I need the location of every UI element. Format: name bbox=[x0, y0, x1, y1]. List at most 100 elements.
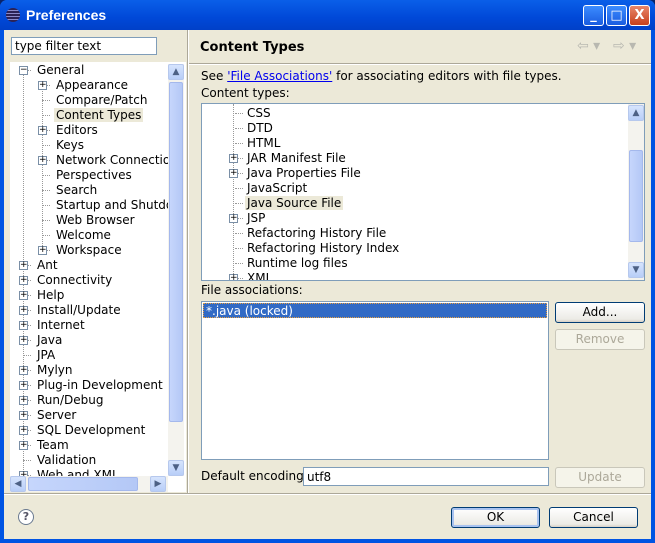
content-type-label: Refactoring History Index bbox=[247, 241, 400, 255]
scroll-up-icon[interactable]: ▲ bbox=[168, 64, 184, 80]
content-type-label: JavaScript bbox=[247, 181, 308, 195]
encoding-input[interactable] bbox=[303, 467, 549, 486]
content-type-item[interactable]: JSP bbox=[245, 211, 267, 226]
expand-icon[interactable]: + bbox=[38, 81, 47, 90]
tree-item-label: Plug-in Development bbox=[37, 378, 163, 392]
expand-icon[interactable]: + bbox=[19, 426, 28, 435]
scroll-thumb[interactable] bbox=[629, 150, 643, 242]
content-type-item[interactable]: CSS bbox=[245, 106, 273, 121]
tree-item[interactable]: Mylyn bbox=[35, 363, 75, 378]
expand-icon[interactable]: + bbox=[229, 214, 238, 223]
hscroll-thumb[interactable] bbox=[28, 477, 138, 491]
scroll-down-icon[interactable]: ▼ bbox=[628, 262, 644, 278]
expand-icon[interactable]: + bbox=[19, 321, 28, 330]
scroll-right-icon[interactable]: ▶ bbox=[150, 476, 166, 492]
expand-icon[interactable]: + bbox=[19, 306, 28, 315]
expand-icon[interactable]: + bbox=[19, 396, 28, 405]
tree-item[interactable]: Workspace bbox=[54, 243, 124, 258]
tree-item[interactable]: Server bbox=[35, 408, 78, 423]
content-type-item[interactable]: JavaScript bbox=[245, 181, 309, 196]
maximize-button[interactable]: □ bbox=[606, 5, 627, 26]
content-type-item[interactable]: DTD bbox=[245, 121, 275, 136]
expand-icon[interactable]: + bbox=[19, 291, 28, 300]
tree-item[interactable]: Keys bbox=[54, 138, 86, 153]
content-type-item[interactable]: Refactoring History Index bbox=[245, 241, 401, 256]
add-button[interactable]: Add... bbox=[555, 302, 645, 323]
tree-item[interactable]: SQL Development bbox=[35, 423, 147, 438]
expand-icon[interactable]: + bbox=[38, 126, 47, 135]
content-type-item[interactable]: HTML bbox=[245, 136, 282, 151]
expand-icon[interactable]: + bbox=[19, 276, 28, 285]
tree-item[interactable]: Compare/Patch bbox=[54, 93, 149, 108]
close-button[interactable]: X bbox=[629, 5, 650, 26]
content-type-item[interactable]: Refactoring History File bbox=[245, 226, 388, 241]
back-icon[interactable]: ⇦ ▾ bbox=[577, 38, 600, 54]
update-button[interactable]: Update bbox=[555, 467, 645, 488]
expand-icon[interactable]: + bbox=[19, 366, 28, 375]
expand-icon[interactable]: + bbox=[19, 441, 28, 450]
content-type-item[interactable]: Java Source File bbox=[245, 196, 344, 211]
tree-item[interactable]: Appearance bbox=[54, 78, 130, 93]
forward-icon[interactable]: ⇨ ▾ bbox=[613, 38, 636, 54]
tree-item[interactable]: Ant bbox=[35, 258, 60, 273]
scroll-up-icon[interactable]: ▲ bbox=[628, 105, 644, 121]
tree-item-label: Welcome bbox=[56, 228, 111, 242]
expand-icon[interactable]: + bbox=[229, 169, 238, 178]
expand-icon[interactable]: + bbox=[19, 411, 28, 420]
tree-item[interactable]: Web Browser bbox=[54, 213, 137, 228]
tree-item[interactable]: Startup and Shutdov bbox=[54, 198, 182, 213]
scroll-thumb[interactable] bbox=[169, 82, 183, 422]
content-type-item[interactable]: Java Properties File bbox=[245, 166, 363, 181]
collapse-icon[interactable]: − bbox=[19, 66, 28, 75]
title-bar[interactable]: Preferences _ □ X bbox=[0, 0, 655, 30]
content-type-item[interactable]: JAR Manifest File bbox=[245, 151, 348, 166]
tree-item[interactable]: Help bbox=[35, 288, 66, 303]
tree-item[interactable]: JPA bbox=[35, 348, 57, 363]
tree-item[interactable]: Java bbox=[35, 333, 64, 348]
tree-item[interactable]: Team bbox=[35, 438, 71, 453]
remove-button[interactable]: Remove bbox=[555, 329, 645, 350]
content-vscrollbar[interactable]: ▲ ▼ bbox=[628, 104, 644, 280]
tree-item-label: Editors bbox=[56, 123, 98, 137]
expand-icon[interactable]: + bbox=[229, 154, 238, 163]
scroll-left-icon[interactable]: ◀ bbox=[10, 476, 26, 492]
expand-icon[interactable]: + bbox=[19, 336, 28, 345]
expand-icon[interactable]: + bbox=[19, 381, 28, 390]
expand-icon[interactable]: + bbox=[229, 274, 238, 280]
sash[interactable] bbox=[187, 30, 189, 494]
minimize-button[interactable]: _ bbox=[583, 5, 604, 26]
tree-item[interactable]: Search bbox=[54, 183, 99, 198]
expand-icon[interactable]: + bbox=[38, 246, 47, 255]
content-types-tree[interactable]: ▲ ▼ CSS DTD HTML JAR Manifest File + Java Pro… bbox=[201, 103, 645, 281]
tree-item-label: Mylyn bbox=[37, 363, 73, 377]
file-associations-list[interactable]: *.java (locked) bbox=[201, 301, 549, 460]
tree-item[interactable]: Welcome bbox=[54, 228, 113, 243]
content-type-item[interactable]: Runtime log files bbox=[245, 256, 350, 271]
tree-item[interactable]: Plug-in Development bbox=[35, 378, 165, 393]
tree-item[interactable]: General bbox=[35, 63, 86, 78]
tree-vscrollbar[interactable]: ▲ ▼ bbox=[168, 64, 184, 476]
tree-item[interactable]: Run/Debug bbox=[35, 393, 106, 408]
tree-hscrollbar[interactable]: ◀ ▶ bbox=[10, 476, 168, 492]
expand-icon[interactable]: + bbox=[38, 156, 47, 165]
expand-icon[interactable]: + bbox=[19, 261, 28, 270]
preferences-tree[interactable]: General − Appearance + Compare/Patch Content … bbox=[10, 62, 186, 492]
ok-button[interactable]: OK bbox=[451, 507, 540, 528]
tree-item[interactable]: Internet bbox=[35, 318, 87, 333]
file-associations-link[interactable]: 'File Associations' bbox=[227, 69, 332, 83]
scroll-down-icon[interactable]: ▼ bbox=[168, 460, 184, 476]
tree-item[interactable]: Editors bbox=[54, 123, 100, 138]
tree-item[interactable]: Network Connection bbox=[54, 153, 180, 168]
filter-input[interactable] bbox=[11, 37, 157, 55]
content-type-label: HTML bbox=[247, 136, 281, 150]
tree-item[interactable]: Content Types bbox=[54, 108, 144, 123]
content-type-label: Java Properties File bbox=[247, 166, 361, 180]
tree-item[interactable]: Validation bbox=[35, 453, 98, 468]
list-item[interactable]: *.java (locked) bbox=[203, 303, 547, 318]
tree-item[interactable]: Install/Update bbox=[35, 303, 123, 318]
tree-item[interactable]: Connectivity bbox=[35, 273, 114, 288]
cancel-button[interactable]: Cancel bbox=[549, 507, 638, 528]
content-type-item[interactable]: XML bbox=[245, 271, 274, 280]
help-icon[interactable]: ? bbox=[18, 509, 34, 525]
tree-item[interactable]: Perspectives bbox=[54, 168, 134, 183]
